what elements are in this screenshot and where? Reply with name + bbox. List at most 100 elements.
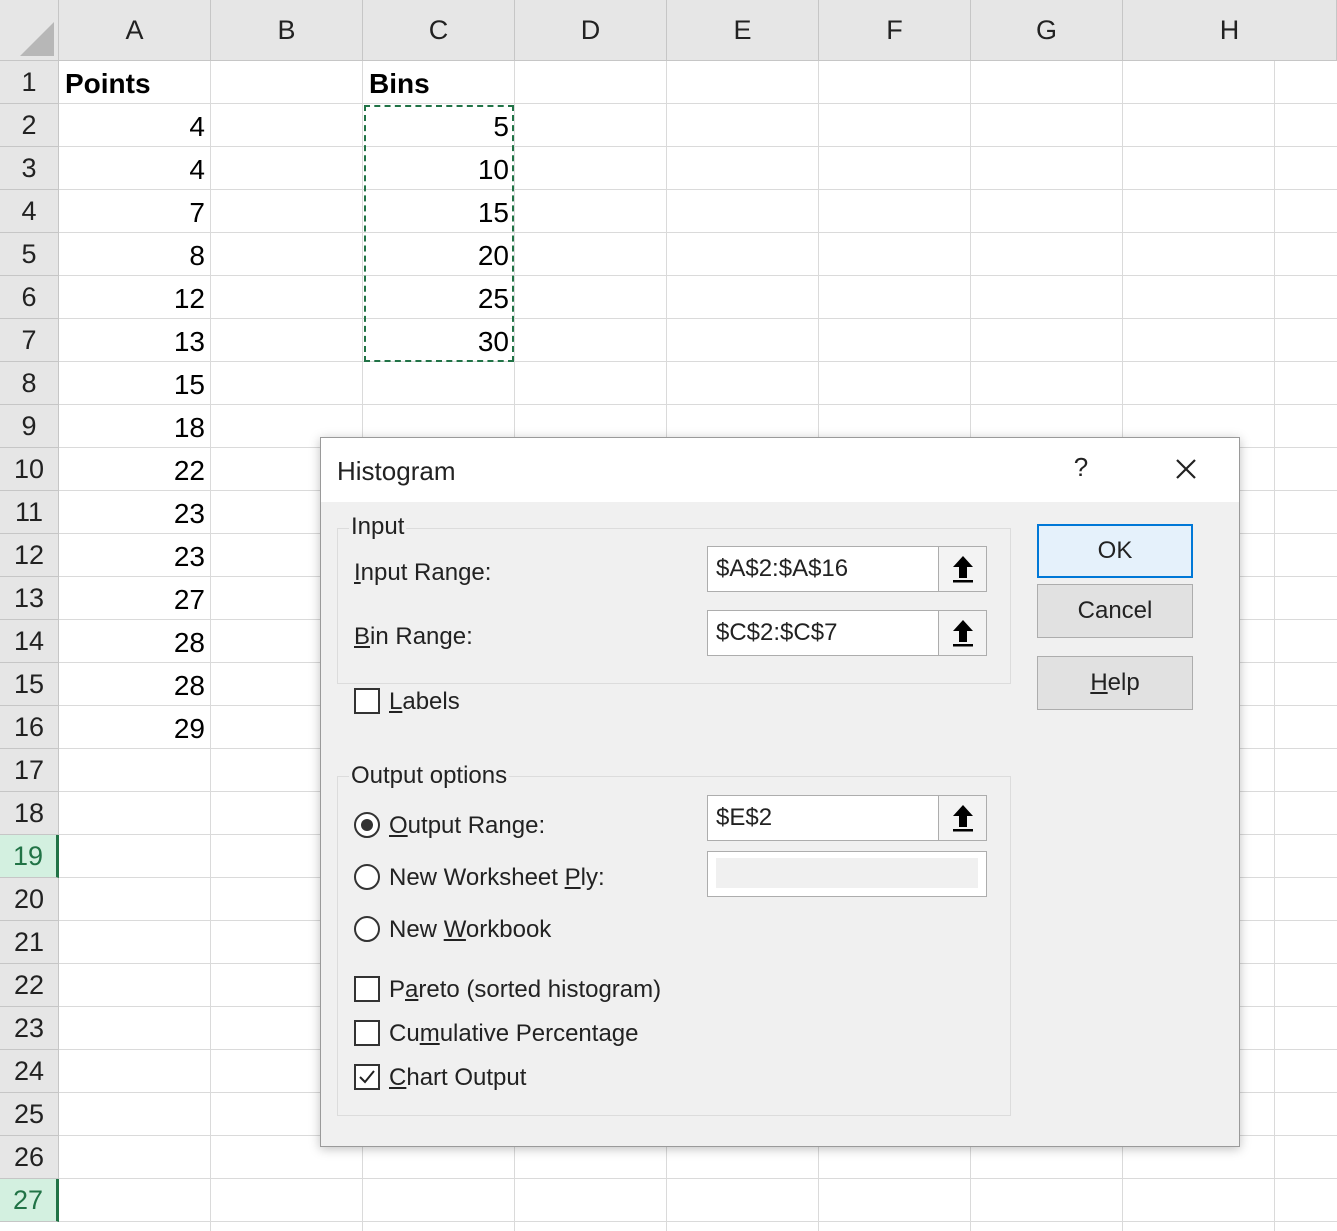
row-header-6[interactable]: 6 bbox=[0, 276, 59, 319]
row-header-9[interactable]: 9 bbox=[0, 405, 59, 448]
cell-c4[interactable]: 15 bbox=[363, 191, 515, 234]
dialog-title: Histogram bbox=[337, 456, 456, 486]
cell-a5[interactable]: 8 bbox=[59, 234, 211, 277]
column-header-f[interactable]: F bbox=[819, 0, 971, 61]
cell-a8[interactable]: 15 bbox=[59, 363, 211, 406]
bin-range-collapse-button[interactable] bbox=[938, 611, 986, 655]
cancel-button[interactable]: Cancel bbox=[1037, 584, 1193, 638]
row-header-24[interactable]: 24 bbox=[0, 1050, 59, 1093]
new-worksheet-radio[interactable] bbox=[354, 864, 380, 890]
column-header-g[interactable]: G bbox=[971, 0, 1123, 61]
new-worksheet-name-field bbox=[707, 851, 987, 897]
cell-c2[interactable]: 5 bbox=[363, 105, 515, 148]
gridline-horizontal bbox=[59, 146, 1337, 147]
chart-output-checkbox[interactable] bbox=[354, 1064, 380, 1090]
ok-button[interactable]: OK bbox=[1037, 524, 1193, 578]
gridline-horizontal bbox=[59, 1178, 1337, 1179]
help-button[interactable]: Help bbox=[1037, 656, 1193, 710]
output-range-input[interactable] bbox=[708, 796, 938, 840]
gridline-horizontal bbox=[59, 361, 1337, 362]
pareto-checkbox[interactable] bbox=[354, 976, 380, 1002]
new-worksheet-label[interactable]: New Worksheet Ply: bbox=[389, 864, 605, 892]
pareto-label[interactable]: Pareto (sorted histogram) bbox=[389, 976, 661, 1004]
row-header-12[interactable]: 12 bbox=[0, 534, 59, 577]
new-workbook-radio[interactable] bbox=[354, 916, 380, 942]
row-header-16[interactable]: 16 bbox=[0, 706, 59, 749]
collapse-arrow-icon bbox=[952, 556, 973, 583]
column-header-e[interactable]: E bbox=[667, 0, 819, 61]
labels-checkbox[interactable] bbox=[354, 688, 380, 714]
gridline-horizontal bbox=[59, 404, 1337, 405]
cumulative-percentage-label[interactable]: Cumulative Percentage bbox=[389, 1020, 638, 1048]
row-header-2[interactable]: 2 bbox=[0, 104, 59, 147]
row-header-1[interactable]: 1 bbox=[0, 61, 59, 104]
bin-range-input[interactable] bbox=[708, 611, 938, 655]
row-header-11[interactable]: 11 bbox=[0, 491, 59, 534]
cell-a11[interactable]: 23 bbox=[59, 492, 211, 535]
output-range-radio[interactable] bbox=[354, 812, 380, 838]
column-header-b[interactable]: B bbox=[211, 0, 363, 61]
cell-a14[interactable]: 28 bbox=[59, 621, 211, 664]
row-header-20[interactable]: 20 bbox=[0, 878, 59, 921]
labels-label[interactable]: Labels bbox=[389, 688, 460, 716]
cell-c5[interactable]: 20 bbox=[363, 234, 515, 277]
input-range-collapse-button[interactable] bbox=[938, 547, 986, 591]
gridline-horizontal bbox=[59, 318, 1337, 319]
cumulative-percentage-checkbox[interactable] bbox=[354, 1020, 380, 1046]
cell-a13[interactable]: 27 bbox=[59, 578, 211, 621]
row-header-14[interactable]: 14 bbox=[0, 620, 59, 663]
cell-a4[interactable]: 7 bbox=[59, 191, 211, 234]
cell-a15[interactable]: 28 bbox=[59, 664, 211, 707]
column-header-c[interactable]: C bbox=[363, 0, 515, 61]
output-range-label[interactable]: Output Range: bbox=[389, 812, 545, 840]
output-range-collapse-button[interactable] bbox=[938, 796, 986, 840]
row-header-25[interactable]: 25 bbox=[0, 1093, 59, 1136]
cell-a1[interactable]: Points bbox=[59, 62, 211, 105]
row-header-4[interactable]: 4 bbox=[0, 190, 59, 233]
cell-a2[interactable]: 4 bbox=[59, 105, 211, 148]
close-icon[interactable] bbox=[1169, 452, 1203, 486]
row-header-23[interactable]: 23 bbox=[0, 1007, 59, 1050]
help-icon[interactable]: ? bbox=[1069, 452, 1093, 486]
input-range-input[interactable] bbox=[708, 547, 938, 591]
cell-a10[interactable]: 22 bbox=[59, 449, 211, 492]
select-all-triangle-icon bbox=[20, 22, 54, 56]
column-header-d[interactable]: D bbox=[515, 0, 667, 61]
row-header-5[interactable]: 5 bbox=[0, 233, 59, 276]
cell-c1[interactable]: Bins bbox=[363, 62, 514, 105]
cell-a7[interactable]: 13 bbox=[59, 320, 211, 363]
row-header-10[interactable]: 10 bbox=[0, 448, 59, 491]
row-header-17[interactable]: 17 bbox=[0, 749, 59, 792]
select-all-corner[interactable] bbox=[0, 0, 59, 61]
row-header-3[interactable]: 3 bbox=[0, 147, 59, 190]
collapse-arrow-icon bbox=[952, 805, 973, 832]
gridline-vertical bbox=[1274, 61, 1275, 1231]
cell-a9[interactable]: 18 bbox=[59, 406, 211, 449]
cell-a6[interactable]: 12 bbox=[59, 277, 211, 320]
row-header-18[interactable]: 18 bbox=[0, 792, 59, 835]
row-header-15[interactable]: 15 bbox=[0, 663, 59, 706]
chart-output-label[interactable]: Chart Output bbox=[389, 1064, 526, 1092]
gridline-horizontal bbox=[59, 275, 1337, 276]
row-header-8[interactable]: 8 bbox=[0, 362, 59, 405]
cell-a16[interactable]: 29 bbox=[59, 707, 211, 750]
column-header-a[interactable]: A bbox=[59, 0, 211, 61]
cell-c6[interactable]: 25 bbox=[363, 277, 515, 320]
row-header-27[interactable]: 27 bbox=[0, 1179, 59, 1222]
column-header-h[interactable]: H bbox=[1123, 0, 1337, 61]
new-workbook-label[interactable]: New Workbook bbox=[389, 916, 551, 944]
cell-c7[interactable]: 30 bbox=[363, 320, 515, 363]
row-header-26[interactable]: 26 bbox=[0, 1136, 59, 1179]
bin-range-label: Bin Range: bbox=[354, 623, 473, 650]
input-group-legend: Input bbox=[349, 513, 407, 541]
dialog-titlebar[interactable]: Histogram ? bbox=[321, 438, 1239, 502]
row-header-7[interactable]: 7 bbox=[0, 319, 59, 362]
row-header-21[interactable]: 21 bbox=[0, 921, 59, 964]
row-header-19[interactable]: 19 bbox=[0, 835, 59, 878]
cell-c3[interactable]: 10 bbox=[363, 148, 515, 191]
cell-a12[interactable]: 23 bbox=[59, 535, 211, 578]
row-header-13[interactable]: 13 bbox=[0, 577, 59, 620]
checkmark-icon bbox=[359, 1070, 375, 1084]
cell-a3[interactable]: 4 bbox=[59, 148, 211, 191]
row-header-22[interactable]: 22 bbox=[0, 964, 59, 1007]
